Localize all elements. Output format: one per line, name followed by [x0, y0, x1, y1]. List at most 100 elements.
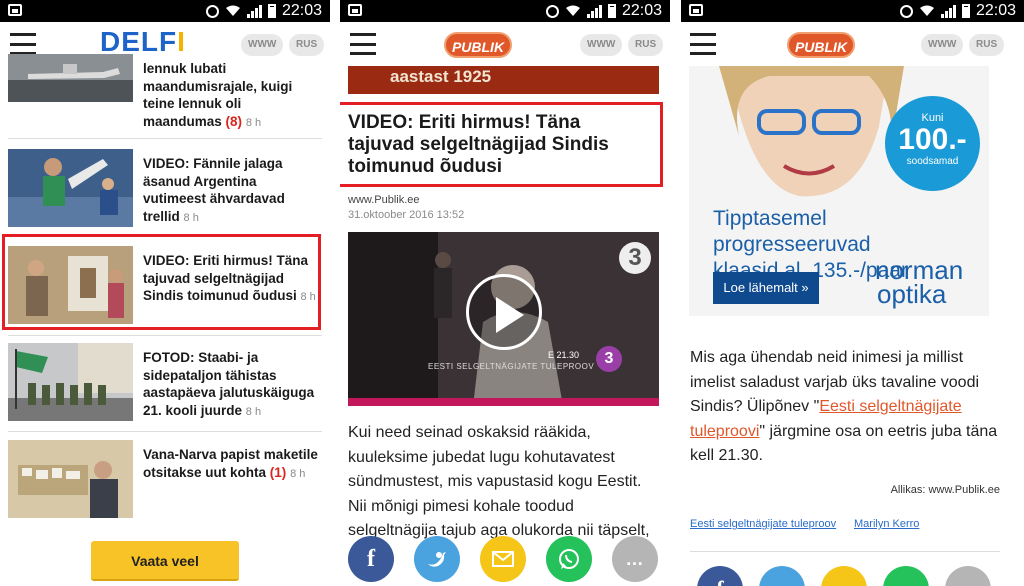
- wifi-icon: [919, 5, 935, 17]
- article-thumbnail: [8, 343, 133, 421]
- facebook-share-button[interactable]: f: [348, 536, 394, 582]
- status-time: 22:03: [621, 2, 662, 19]
- tag-link[interactable]: Marilyn Kerro: [854, 518, 919, 530]
- article-date: 31.oktoober 2016 13:52: [348, 209, 465, 221]
- comment-count: (1): [269, 464, 287, 480]
- divider: [8, 138, 322, 139]
- twitter-share-button[interactable]: [414, 536, 460, 582]
- badge-price: 100.-: [898, 123, 967, 156]
- body-line: Nii mõnigi pimesi kohale toodud: [348, 497, 574, 515]
- video-caption: EESTI SELGELTNÄGIJATE TULEPROOV: [428, 362, 595, 371]
- divider: [690, 551, 1000, 552]
- article-title: FOTOD: Staabi- ja sidepataljon tähistas …: [143, 350, 315, 418]
- email-share-button[interactable]: [821, 566, 867, 586]
- lang-rus-button[interactable]: RUS: [628, 34, 664, 56]
- price-badge: Kuni 100.- soodsamad: [885, 96, 980, 191]
- lang-www-button[interactable]: WWW: [921, 34, 964, 56]
- alarm-icon: [205, 4, 219, 18]
- highlight-box: [340, 102, 663, 187]
- screenshot-collage: 22:03 DELFI WWW RUS lennuk lubati maandu…: [0, 0, 1024, 586]
- more-icon: …: [625, 548, 645, 569]
- image-icon: [348, 4, 362, 16]
- badge-bottom: soodsamad: [906, 156, 959, 167]
- whatsapp-icon: [559, 549, 579, 569]
- article-title: VIDEO: Fännile jalaga äsanud Argentina v…: [143, 156, 285, 224]
- facebook-icon: f: [367, 545, 375, 572]
- email-share-button[interactable]: [480, 536, 526, 582]
- signal-icon: [940, 4, 956, 18]
- article-source: www.Publik.ee: [348, 194, 420, 206]
- article-thumbnail: [8, 149, 133, 227]
- whatsapp-share-button[interactable]: [546, 536, 592, 582]
- comment-count: (8): [225, 113, 243, 129]
- battery-icon: [267, 4, 276, 18]
- alarm-icon: [899, 4, 913, 18]
- ad-brand-2: optika: [877, 279, 947, 309]
- channel-logo: 3: [619, 242, 651, 274]
- ad-headline-1: Tipptasemel progresseeruvad: [713, 207, 871, 256]
- source-line: Allikas: www.Publik.ee: [890, 484, 1000, 496]
- list-item[interactable]: VIDEO: Fännile jalaga äsanud Argentina v…: [8, 149, 322, 229]
- status-time: 22:03: [975, 2, 1016, 19]
- advertisement[interactable]: Kuni 100.- soodsamad Tipptasemel progres…: [689, 66, 989, 316]
- status-bar: 22:03: [340, 0, 670, 22]
- article-thumbnail: [8, 54, 133, 102]
- signal-icon: [586, 4, 602, 18]
- battery-icon: [961, 4, 970, 18]
- body-line: sündmustest, mis vapustasid kogu Eestit.: [348, 473, 642, 490]
- publik-logo[interactable]: PUBLIK: [787, 32, 855, 58]
- email-icon: [492, 551, 514, 567]
- facebook-icon: f: [716, 576, 723, 586]
- battery-icon: [607, 4, 616, 18]
- status-time: 22:03: [281, 2, 322, 19]
- menu-icon[interactable]: [690, 33, 716, 55]
- wifi-icon: [225, 5, 241, 17]
- whatsapp-share-button[interactable]: [883, 566, 929, 586]
- list-item[interactable]: lennuk lubati maandumisrajale, kuigi tei…: [8, 54, 322, 134]
- lang-www-button[interactable]: WWW: [580, 34, 623, 56]
- divider: [8, 335, 322, 336]
- article-age: 8 h: [183, 211, 199, 224]
- article-thumbnail: [8, 440, 133, 518]
- article-body: Kui need seinad oskaksid rääkida, kuulek…: [348, 421, 650, 544]
- article-title: lennuk lubati maandumisrajale, kuigi tei…: [143, 61, 293, 129]
- tag-link[interactable]: Eesti selgeltnägijate tuleproov: [690, 518, 836, 530]
- ad-brand: norman optika: [875, 257, 963, 309]
- list-item[interactable]: Vana-Narva papist maketile otsitakse uut…: [8, 440, 322, 520]
- ad-cta-button[interactable]: Loe lähemalt »: [713, 272, 819, 304]
- article-age: 8 h: [245, 116, 262, 129]
- facebook-share-button[interactable]: f: [697, 566, 743, 586]
- video-player[interactable]: 3 E 21.30 EESTI SELGELTNÄGIJATE TULEPROO…: [348, 232, 659, 406]
- menu-icon[interactable]: [10, 33, 36, 55]
- article-age: 8 h: [290, 467, 306, 480]
- delfi-screen: 22:03 DELFI WWW RUS lennuk lubati maandu…: [0, 0, 330, 586]
- menu-icon[interactable]: [350, 33, 376, 55]
- twitter-share-button[interactable]: [759, 566, 805, 586]
- status-bar: 22:03: [0, 0, 330, 22]
- list-item[interactable]: FOTOD: Staabi- ja sidepataljon tähistas …: [8, 343, 322, 423]
- banner-text: aastast 1925: [390, 67, 492, 86]
- divider: [8, 431, 322, 432]
- wifi-icon: [565, 5, 581, 17]
- lang-rus-button[interactable]: RUS: [969, 34, 1005, 56]
- publik-logo[interactable]: PUBLIK: [444, 32, 512, 58]
- video-time: E 21.30: [548, 350, 580, 360]
- channel-badge: 3: [596, 346, 622, 372]
- publik-article-screen-2: 22:03 PUBLIK WWW RUS Kuni 100.- soodsama…: [681, 0, 1024, 586]
- image-icon: [689, 4, 703, 16]
- publik-article-screen: 22:03 PUBLIK WWW RUS aastast 1925 VIDEO:…: [340, 0, 670, 586]
- alarm-icon: [545, 4, 559, 18]
- lang-rus-button[interactable]: RUS: [289, 34, 325, 56]
- app-header: PUBLIK WWW RUS: [340, 22, 670, 66]
- image-icon: [8, 4, 22, 16]
- more-share-button[interactable]: [945, 566, 991, 586]
- body-line: kuuleksime jubedat lugu kohutavatest: [348, 448, 615, 466]
- status-bar: 22:03: [681, 0, 1024, 22]
- play-icon[interactable]: [466, 274, 542, 350]
- article-body: Mis aga ühendab neid inimesi ja millist …: [690, 346, 1008, 469]
- load-more-button[interactable]: Vaata veel: [91, 541, 239, 581]
- app-header: PUBLIK WWW RUS: [681, 22, 1024, 66]
- lang-www-button[interactable]: WWW: [241, 34, 284, 56]
- more-share-button[interactable]: …: [612, 536, 658, 582]
- twitter-icon: [428, 552, 446, 567]
